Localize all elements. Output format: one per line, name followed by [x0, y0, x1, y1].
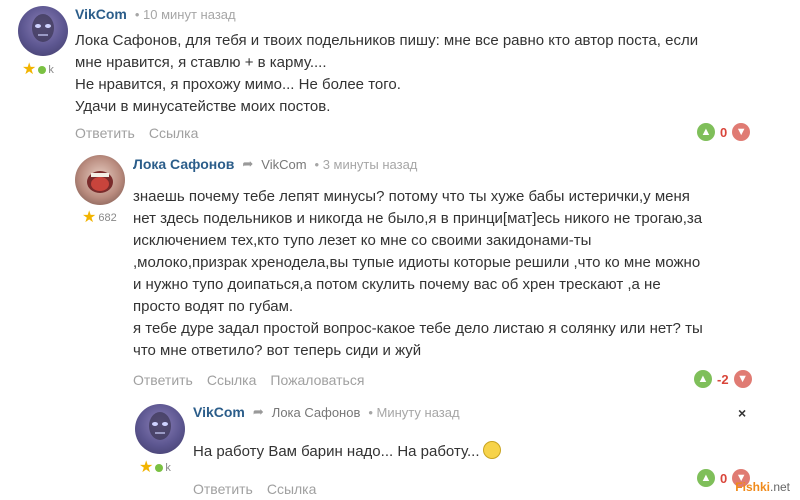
timestamp[interactable]: • 10 минут назад	[135, 7, 236, 22]
avatar-loka[interactable]	[75, 155, 125, 205]
avatar[interactable]	[135, 404, 185, 454]
score: -2	[717, 371, 729, 387]
timestamp[interactable]: • Минуту назад	[368, 405, 459, 420]
reply-button[interactable]: Ответить	[75, 125, 135, 141]
comment-meta: VikCom • 10 минут назад	[75, 6, 236, 22]
comment-text: Лока Сафонов, для тебя и твоих подельник…	[75, 32, 699, 115]
avatar[interactable]	[75, 155, 125, 205]
report-button[interactable]: Пожаловаться	[270, 372, 364, 388]
reply-button[interactable]: Ответить	[193, 481, 253, 497]
vote-widget: ▲ 0 ▼	[697, 123, 751, 141]
author-link[interactable]: Лока Сафонов	[133, 156, 234, 172]
online-indicator	[38, 66, 47, 74]
reply-button[interactable]: Ответить	[133, 372, 193, 388]
user-rank: ★ k	[22, 61, 54, 78]
reply-to-link[interactable]: Лока Сафонов	[272, 405, 361, 420]
vote-widget: ▲ -2 ▼	[694, 370, 752, 388]
comment-actions: Ответить Ссылка	[193, 481, 316, 497]
thumbs-down-icon[interactable]: ▼	[732, 123, 751, 141]
star-icon: ★	[82, 209, 97, 226]
comment-actions: Ответить Ссылка	[75, 125, 198, 141]
link-button[interactable]: Ссылка	[149, 125, 199, 141]
comment-text: На работу Вам барин надо... На работу...	[193, 441, 753, 463]
close-icon[interactable]: ×	[738, 405, 746, 421]
link-button[interactable]: Ссылка	[267, 481, 317, 497]
comment-text: знаешь почему тебе лепят минусы? потому …	[133, 188, 703, 359]
thumbs-up-icon[interactable]: ▲	[694, 370, 712, 388]
avatar[interactable]	[18, 6, 68, 56]
online-indicator	[155, 464, 164, 472]
thumbs-up-icon[interactable]: ▲	[697, 123, 715, 141]
link-button[interactable]: Ссылка	[207, 372, 257, 388]
comment-meta: VikCom ➦ Лока Сафонов • Минуту назад	[193, 404, 460, 420]
avatar-vikcom[interactable]	[135, 404, 185, 454]
smiley-icon	[482, 441, 501, 459]
user-rank: ★ k	[139, 459, 171, 476]
thumbs-up-icon[interactable]: ▲	[697, 469, 715, 487]
site-watermark: Fishki.net	[735, 480, 790, 494]
reply-arrow-icon: ➦	[252, 404, 264, 419]
comment-meta: Лока Сафонов ➦ VikCom • 3 минуты назад	[133, 156, 417, 172]
author-link[interactable]: VikCom	[75, 6, 127, 22]
reply-to-link[interactable]: VikCom	[261, 157, 306, 172]
timestamp[interactable]: • 3 минуты назад	[315, 157, 418, 172]
avatar-vikcom[interactable]	[18, 6, 68, 56]
star-icon: ★	[22, 61, 37, 78]
score: 0	[720, 124, 728, 140]
star-icon: ★	[139, 459, 154, 476]
thumbs-down-icon[interactable]: ▼	[733, 370, 752, 388]
comment-actions: Ответить Ссылка Пожаловаться	[133, 372, 364, 388]
reply-arrow-icon: ➦	[242, 156, 254, 171]
user-rank: ★ 682	[82, 209, 117, 226]
score: 0	[720, 470, 728, 486]
author-link[interactable]: VikCom	[193, 404, 245, 420]
